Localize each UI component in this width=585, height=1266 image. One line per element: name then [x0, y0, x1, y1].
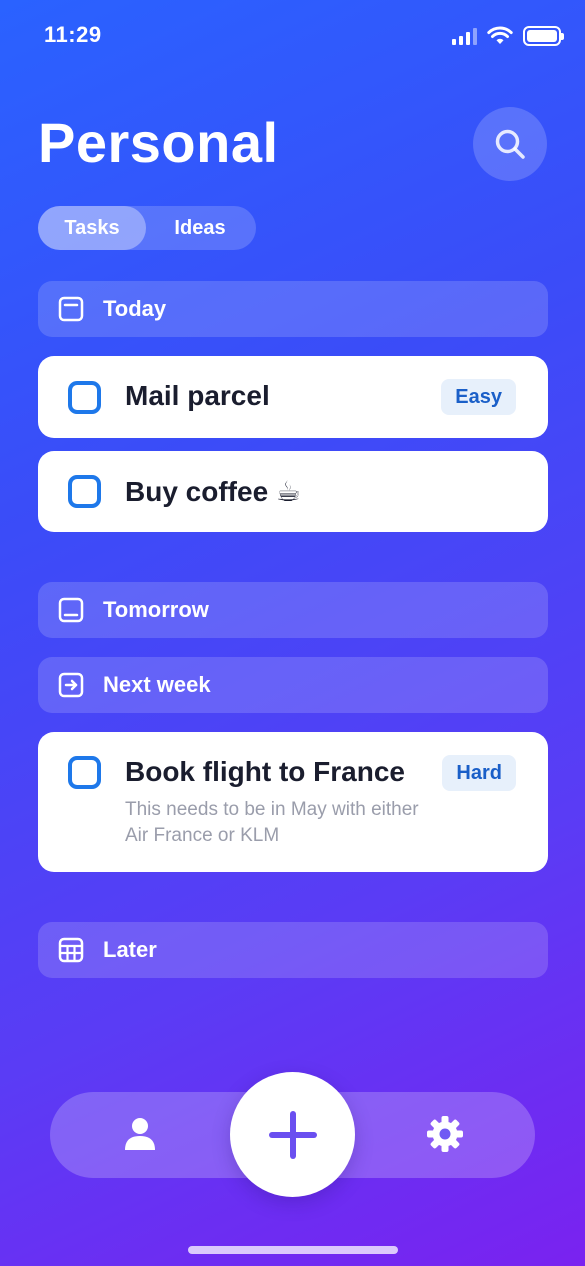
- task-card[interactable]: Mail parcel Easy: [38, 356, 548, 438]
- battery-icon: [523, 26, 564, 46]
- task-checkbox[interactable]: [68, 475, 101, 508]
- task-title: Buy coffee ☕: [125, 476, 302, 507]
- section-next-week[interactable]: Next week: [38, 657, 548, 713]
- gear-icon[interactable]: [425, 1114, 465, 1154]
- difficulty-badge: Hard: [442, 755, 516, 791]
- section-label: Next week: [103, 672, 211, 697]
- tab-ideas[interactable]: Ideas: [146, 206, 254, 250]
- section-label: Today: [103, 296, 167, 321]
- tab-tasks[interactable]: Tasks: [38, 206, 146, 250]
- difficulty-badge: Easy: [441, 379, 516, 415]
- tasks-ideas-toggle: Tasks Ideas: [38, 206, 256, 250]
- task-checkbox[interactable]: [68, 381, 101, 414]
- person-icon[interactable]: [120, 1114, 160, 1154]
- home-indicator: [188, 1246, 398, 1254]
- cellular-signal-icon: [452, 27, 477, 45]
- search-icon: [495, 129, 525, 159]
- task-title: Book flight to France: [125, 756, 405, 787]
- section-label: Later: [103, 937, 157, 962]
- task-card[interactable]: Buy coffee ☕: [38, 451, 548, 532]
- status-icons: [452, 24, 564, 48]
- section-today[interactable]: Today: [38, 281, 548, 337]
- status-time: 11:29: [44, 22, 102, 47]
- add-task-button[interactable]: [230, 1072, 355, 1197]
- plus-icon: [268, 1110, 317, 1159]
- section-later[interactable]: Later: [38, 922, 548, 978]
- wifi-icon: [487, 26, 513, 44]
- page-title: Personal: [38, 111, 279, 174]
- task-title: Mail parcel: [125, 380, 270, 411]
- status-bar: 11:29: [0, 0, 585, 70]
- calendar-tomorrow-icon: [58, 597, 84, 623]
- arrow-right-box-icon: [58, 672, 84, 698]
- task-note: This needs to be in May with either Air …: [125, 799, 419, 846]
- task-checkbox[interactable]: [68, 756, 101, 789]
- search-button[interactable]: [473, 107, 547, 181]
- task-card[interactable]: Book flight to France This needs to be i…: [38, 732, 548, 872]
- section-tomorrow[interactable]: Tomorrow: [38, 582, 548, 638]
- calendar-icon: [58, 296, 84, 322]
- section-label: Tomorrow: [103, 597, 209, 622]
- calendar-grid-icon: [58, 937, 84, 963]
